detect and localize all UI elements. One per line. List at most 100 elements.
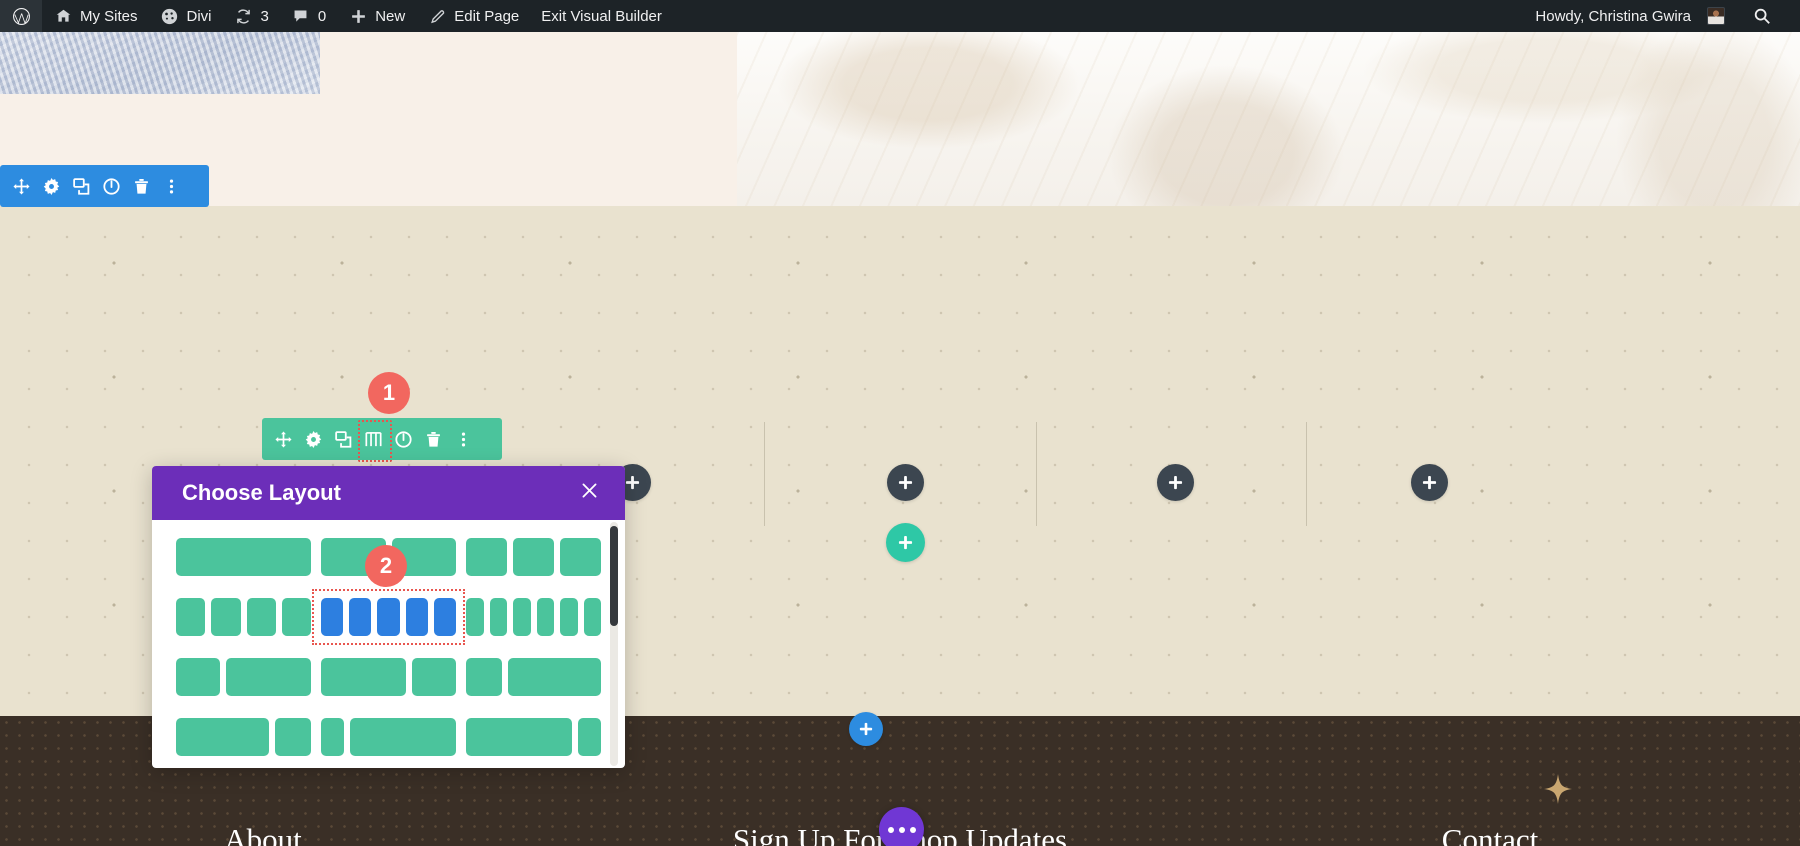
layout-block (466, 538, 507, 576)
divi-icon (160, 6, 180, 26)
layout-1-3-2-3[interactable] (176, 658, 311, 696)
admin-bar-search-button[interactable] (1736, 0, 1786, 32)
row-toolbar[interactable] (262, 418, 502, 462)
admin-bar-comments-count: 0 (317, 7, 327, 25)
admin-bar-updates[interactable]: 3 (223, 0, 280, 32)
layout-block (176, 718, 270, 756)
duplicate-icon (72, 177, 90, 195)
visual-builder-canvas: About Sign Up For Shop Updates Contact C… (0, 32, 1800, 846)
hero-left-image (0, 32, 320, 94)
add-section[interactable] (849, 712, 883, 746)
layout-block (211, 598, 241, 636)
layout-3-4-1-4[interactable] (176, 718, 311, 756)
close-icon (580, 481, 599, 505)
footer-link-about[interactable]: About (224, 822, 302, 846)
layout-3-column[interactable] (466, 538, 601, 576)
admin-bar-new[interactable]: New (337, 0, 416, 32)
layout-1-column[interactable] (176, 538, 311, 576)
modal-title: Choose Layout (182, 480, 341, 505)
vertical-dots-icon (163, 178, 180, 195)
horizontal-dots-icon (887, 826, 916, 833)
modal-close-button[interactable] (575, 479, 603, 507)
move-section-button[interactable] (6, 165, 36, 207)
layout-block (536, 598, 554, 636)
hero-section (0, 32, 1800, 206)
admin-bar-updates-count: 3 (260, 7, 269, 25)
layout-block (275, 718, 311, 756)
pencil-icon (427, 6, 447, 26)
admin-bar-comments[interactable]: 0 (280, 0, 337, 32)
layout-5-6-1-6[interactable] (466, 718, 601, 756)
sparkle-icon (1544, 774, 1572, 804)
step-badge-1: 1 (368, 372, 410, 414)
disable-section-button[interactable] (96, 165, 126, 207)
avatar (1707, 7, 1725, 25)
section-toolbar[interactable] (0, 165, 209, 207)
modal-scrollbar-thumb[interactable] (610, 526, 618, 626)
layout-block (489, 598, 507, 636)
add-row[interactable] (886, 523, 925, 562)
comment-icon (291, 6, 311, 26)
layout-block (281, 598, 311, 636)
admin-bar-wordpress-logo[interactable] (0, 0, 42, 32)
sites-icon (53, 6, 73, 26)
layout-block (225, 658, 311, 696)
admin-bar-exit-visual-builder-label: Exit Visual Builder (541, 7, 662, 25)
duplicate-icon (334, 430, 352, 448)
admin-bar-new-label: New (375, 7, 406, 25)
admin-bar-exit-visual-builder[interactable]: Exit Visual Builder (530, 0, 673, 32)
layout-block (412, 658, 456, 696)
layout-block (321, 598, 344, 636)
section-more-options-button[interactable] (156, 165, 186, 207)
layout-block (583, 598, 601, 636)
add-module-right-mid[interactable] (1157, 464, 1194, 501)
row-settings-button[interactable] (298, 418, 328, 460)
layout-block (560, 598, 578, 636)
change-column-structure-button[interactable] (358, 418, 392, 462)
admin-bar-edit-page-label: Edit Page (454, 7, 520, 25)
admin-bar-divi-label: Divi (186, 7, 212, 25)
layout-block (321, 718, 344, 756)
delete-row-button[interactable] (418, 418, 448, 460)
layout-block (321, 658, 407, 696)
admin-bar-account[interactable]: Howdy, Christina Gwira (1524, 0, 1736, 32)
hero-right-marble-image (737, 32, 1800, 206)
footer-link-contact[interactable]: Contact (1442, 822, 1538, 846)
add-module-right[interactable] (1411, 464, 1448, 501)
vertical-dots-icon (455, 431, 472, 448)
updates-icon (234, 6, 254, 26)
layout-block (466, 718, 573, 756)
layout-block (176, 598, 206, 636)
admin-bar-edit-page[interactable]: Edit Page (416, 0, 530, 32)
duplicate-section-button[interactable] (66, 165, 96, 207)
move-icon (274, 430, 292, 448)
layout-1-6-5-6[interactable] (321, 718, 456, 756)
delete-section-button[interactable] (126, 165, 156, 207)
gear-icon (305, 430, 322, 448)
layout-2-3-1-3[interactable] (321, 658, 456, 696)
choose-layout-modal: Choose Layout (152, 466, 625, 768)
layout-block (513, 538, 554, 576)
disable-row-button[interactable] (388, 418, 418, 460)
power-icon (394, 430, 412, 448)
trash-icon (425, 431, 442, 448)
search-icon (1752, 6, 1772, 26)
add-module-center[interactable] (887, 464, 924, 501)
move-row-button[interactable] (268, 418, 298, 460)
layout-1-4-3-4[interactable] (466, 658, 601, 696)
section-settings-button[interactable] (36, 165, 66, 207)
admin-bar-my-sites[interactable]: My Sites (42, 0, 149, 32)
layout-5-column[interactable] (312, 589, 465, 645)
step-badge-2: 2 (365, 545, 407, 587)
duplicate-row-button[interactable] (328, 418, 358, 460)
trash-icon (133, 178, 150, 195)
layout-block (176, 658, 220, 696)
layout-4-column[interactable] (176, 598, 311, 636)
column-guide-3 (1306, 422, 1307, 526)
layout-6-column[interactable] (466, 598, 601, 636)
row-more-options-button[interactable] (448, 418, 478, 460)
admin-bar-divi[interactable]: Divi (149, 0, 223, 32)
column-guide-2 (1036, 422, 1037, 526)
page-settings-button[interactable] (879, 807, 924, 846)
layout-block (466, 598, 484, 636)
